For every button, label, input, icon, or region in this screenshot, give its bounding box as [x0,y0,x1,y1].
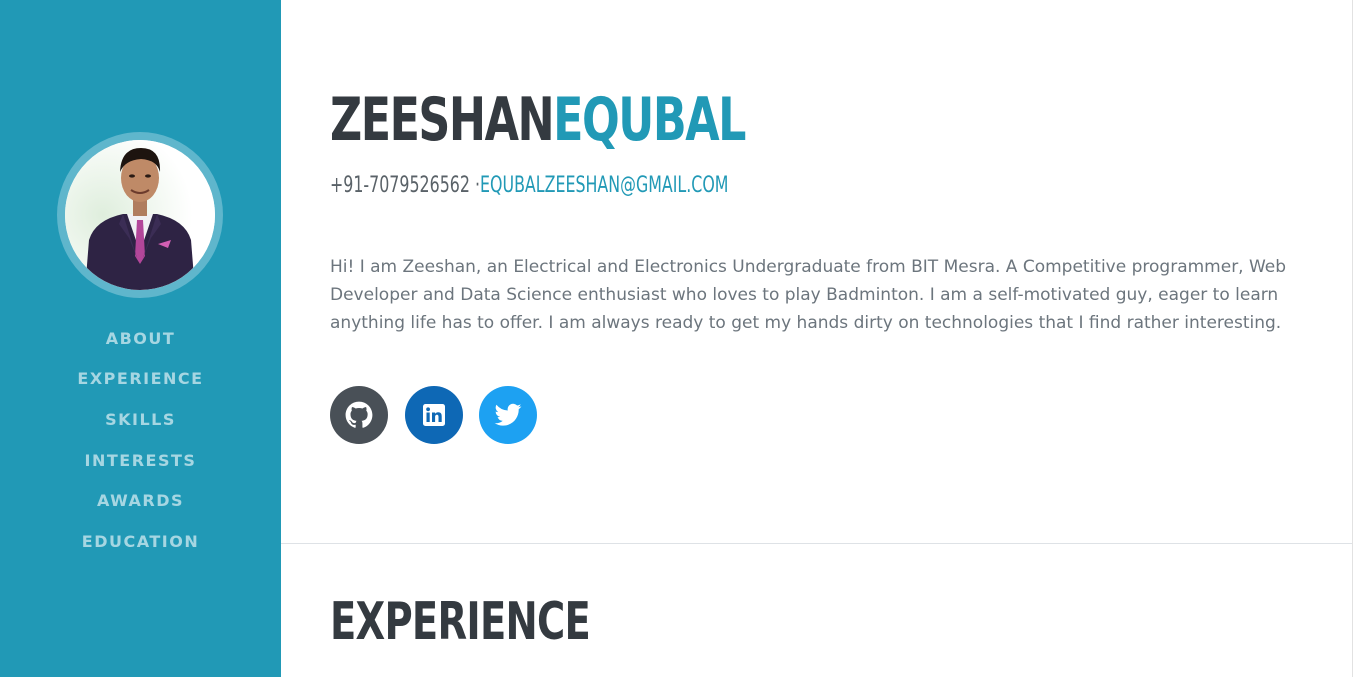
nav-link-interests[interactable]: INTERESTS [85,451,197,470]
first-name: ZEESHAN [330,85,555,155]
linkedin-button[interactable] [404,386,463,444]
nav-link-experience[interactable]: EXPERIENCE [77,369,203,388]
about-bio: Hi! I am Zeeshan, an Electrical and Elec… [330,257,1287,333]
twitter-icon [494,403,522,426]
nav-item-skills: SKILLS [0,399,281,440]
github-icon [345,401,373,428]
nav-item-experience: EXPERIENCE [0,359,281,400]
profile-photo [65,140,215,290]
nav-item-about: ABOUT [0,318,281,359]
scrollbar-track[interactable] [1352,0,1353,677]
social-links [330,386,554,444]
email-link[interactable]: EQUBALZEESHAN@GMAIL.COM [480,173,728,198]
last-name: EQUBAL [553,85,746,155]
main-content: ZEESHANEQUBAL +91-7079526562 ·EQUBALZEES… [281,0,1353,677]
nav-item-awards: AWARDS [0,480,281,521]
nav-item-education: EDUCATION [0,521,281,562]
nav-link-education[interactable]: EDUCATION [82,532,199,551]
sidebar: ABOUT EXPERIENCE SKILLS INTERESTS AWARDS… [0,0,281,677]
phone-number: +91-7079526562 · [330,173,480,198]
github-button[interactable] [330,386,388,444]
twitter-button[interactable] [479,386,537,444]
avatar[interactable] [65,140,215,290]
contact-line: +91-7079526562 ·EQUBALZEESHAN@GMAIL.COM [330,172,728,200]
nav-link-awards[interactable]: AWARDS [97,491,184,510]
sidebar-nav: ABOUT EXPERIENCE SKILLS INTERESTS AWARDS… [0,318,281,562]
linkedin-icon [422,404,445,426]
nav-item-interests: INTERESTS [0,440,281,481]
experience-heading: EXPERIENCE [330,592,591,652]
nav-link-skills[interactable]: SKILLS [105,410,176,429]
nav-link-about[interactable]: ABOUT [106,329,176,348]
avatar-ring [57,132,223,298]
page-title: ZEESHANEQUBAL [330,84,746,156]
section-divider [281,543,1353,544]
